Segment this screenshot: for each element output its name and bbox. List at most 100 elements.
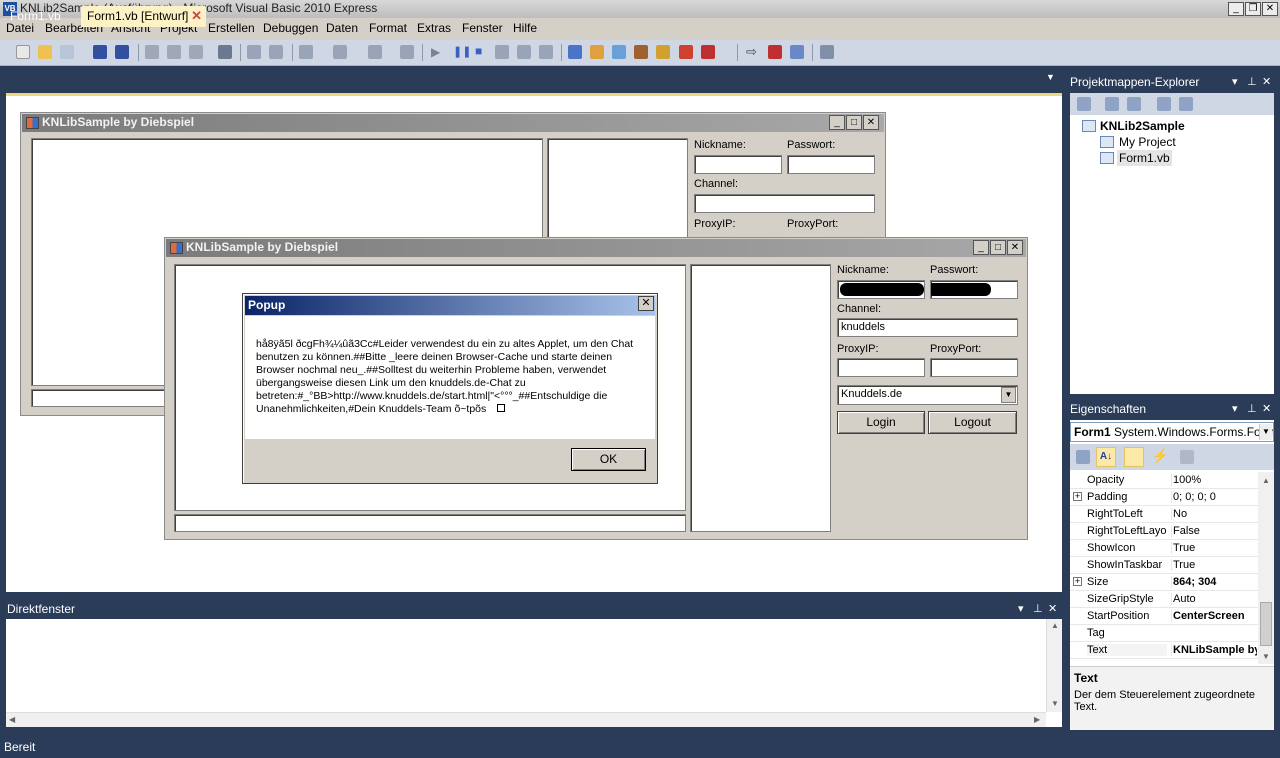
chevron-down-icon[interactable]: ▼: [1259, 424, 1272, 440]
close-icon[interactable]: ✕: [1262, 75, 1271, 88]
step-over-icon[interactable]: [517, 45, 531, 59]
property-value[interactable]: 0; 0; 0; 0: [1171, 491, 1257, 503]
property-value[interactable]: CenterScreen: [1171, 610, 1257, 622]
close-icon[interactable]: ✕: [1007, 240, 1023, 255]
menu-daten[interactable]: Daten: [326, 21, 358, 35]
copy-icon[interactable]: [167, 45, 181, 59]
scroll-down-icon[interactable]: ▼: [1262, 652, 1270, 661]
save-icon[interactable]: [93, 45, 107, 59]
property-value[interactable]: 100%: [1171, 474, 1257, 486]
password-field[interactable]: [787, 155, 875, 174]
step-out-icon[interactable]: [539, 45, 553, 59]
minimize-icon[interactable]: _: [1228, 2, 1244, 16]
scroll-down-icon[interactable]: ▼: [1051, 699, 1059, 708]
toolbox-icon[interactable]: [634, 45, 648, 59]
cut-icon[interactable]: [145, 45, 159, 59]
navigate-back-icon[interactable]: [368, 45, 382, 59]
output-icon[interactable]: [701, 45, 715, 59]
pin-icon[interactable]: ⊥: [1247, 402, 1257, 415]
database-explorer-icon[interactable]: [656, 45, 670, 59]
pause-icon[interactable]: ❚❚: [453, 45, 471, 58]
property-row[interactable]: ShowIcon True: [1070, 540, 1258, 557]
comment-icon[interactable]: [247, 45, 261, 59]
property-row[interactable]: ShowInTaskbar True: [1070, 557, 1258, 574]
stop-icon[interactable]: ■: [475, 44, 482, 58]
navigate-forward-icon[interactable]: [400, 45, 414, 59]
user-list[interactable]: [690, 264, 831, 532]
channel-field[interactable]: [694, 194, 875, 213]
pane-dropdown-icon[interactable]: ▾: [1018, 602, 1024, 615]
minimize-icon[interactable]: _: [973, 240, 989, 255]
pin-icon[interactable]: ⊥: [1033, 602, 1043, 615]
scroll-left-icon[interactable]: ◀: [9, 715, 15, 724]
horizontal-scrollbar[interactable]: ◀ ▶: [6, 712, 1046, 727]
property-value[interactable]: False: [1171, 525, 1257, 537]
message-input[interactable]: [174, 514, 686, 532]
arrow-right-icon[interactable]: ⇨: [746, 44, 757, 60]
close-icon[interactable]: ✕: [638, 296, 654, 311]
property-value[interactable]: Auto: [1171, 593, 1257, 605]
property-value[interactable]: 864; 304: [1171, 576, 1257, 588]
start-debugging-icon[interactable]: ▶: [431, 45, 440, 59]
pane-dropdown-icon[interactable]: ▾: [1232, 75, 1238, 88]
options-icon[interactable]: [820, 45, 834, 59]
nickname-field[interactable]: [694, 155, 782, 174]
expand-icon[interactable]: +: [1073, 492, 1082, 501]
menu-extras[interactable]: Extras: [417, 21, 451, 35]
menu-hilfe[interactable]: Hilfe: [513, 21, 537, 35]
property-value[interactable]: True: [1171, 559, 1257, 571]
close-icon[interactable]: ✕: [1048, 602, 1057, 615]
menu-erstellen[interactable]: Erstellen: [208, 21, 255, 35]
ok-button[interactable]: OK: [571, 448, 646, 471]
open-folder-icon[interactable]: [38, 45, 52, 59]
properties-icon[interactable]: [1077, 97, 1091, 111]
tree-item-form1[interactable]: Form1.vb: [1117, 150, 1172, 166]
categorized-icon[interactable]: [1076, 450, 1090, 464]
find-icon[interactable]: [218, 45, 232, 59]
tree-item-my-project[interactable]: My Project: [1119, 135, 1176, 149]
immediate-window-body[interactable]: [6, 619, 1062, 727]
sort-alphabetical-icon[interactable]: A↓: [1096, 447, 1116, 467]
server-select[interactable]: Knuddels.de ▼: [837, 385, 1018, 405]
object-browser-icon[interactable]: [612, 45, 626, 59]
property-grid-scrollbar[interactable]: ▲ ▼: [1258, 472, 1274, 664]
popup-dialog[interactable]: Popup ✕ hå8ÿã5l ðcgFh¾¼ûã3Cc#Leider verw…: [242, 293, 658, 484]
show-next-statement-icon[interactable]: [768, 45, 782, 59]
property-row[interactable]: SizeGripStyle Auto: [1070, 591, 1258, 608]
property-row[interactable]: Text KNLibSample by Diebspiel: [1070, 642, 1258, 659]
save-all-icon[interactable]: [115, 45, 129, 59]
proxyip-field[interactable]: [837, 358, 925, 377]
property-row[interactable]: + Padding 0; 0; 0; 0: [1070, 489, 1258, 506]
close-icon[interactable]: ✕: [1262, 402, 1271, 415]
scroll-right-icon[interactable]: ▶: [1034, 715, 1040, 724]
solution-explorer-icon[interactable]: [568, 45, 582, 59]
scroll-up-icon[interactable]: ▲: [1262, 476, 1270, 485]
vertical-scrollbar[interactable]: ▲ ▼: [1046, 619, 1062, 712]
tab-form1-design[interactable]: Form1.vb [Entwurf] ✕: [81, 6, 206, 27]
view-designer-icon[interactable]: [1179, 97, 1193, 111]
tab-dropdown-icon[interactable]: ▼: [1046, 72, 1055, 82]
restore-icon[interactable]: ❐: [1245, 2, 1261, 16]
property-row[interactable]: StartPosition CenterScreen: [1070, 608, 1258, 625]
undo-icon[interactable]: [299, 45, 313, 59]
proxyport-field[interactable]: [930, 358, 1018, 377]
property-row[interactable]: Tag: [1070, 625, 1258, 642]
refresh-icon[interactable]: [1127, 97, 1141, 111]
login-button[interactable]: Login: [837, 411, 925, 434]
show-all-files-icon[interactable]: [1105, 97, 1119, 111]
menu-format[interactable]: Format: [369, 21, 407, 35]
property-row[interactable]: + Size 864; 304: [1070, 574, 1258, 591]
maximize-icon[interactable]: □: [990, 240, 1006, 255]
add-item-icon[interactable]: [60, 45, 74, 59]
property-row[interactable]: RightToLeftLayout False: [1070, 523, 1258, 540]
property-value[interactable]: KNLibSample by Diebspiel: [1171, 644, 1257, 656]
tab-form1-code[interactable]: Form1.vb: [4, 6, 67, 27]
property-value[interactable]: True: [1171, 542, 1257, 554]
error-list-icon[interactable]: [679, 45, 693, 59]
property-pages-icon[interactable]: [1180, 450, 1194, 464]
properties-view-icon[interactable]: [1124, 447, 1144, 467]
step-into-icon[interactable]: [495, 45, 509, 59]
menu-fenster[interactable]: Fenster: [462, 21, 503, 35]
close-tab-icon[interactable]: ✕: [191, 8, 202, 24]
new-project-icon[interactable]: [16, 45, 30, 59]
